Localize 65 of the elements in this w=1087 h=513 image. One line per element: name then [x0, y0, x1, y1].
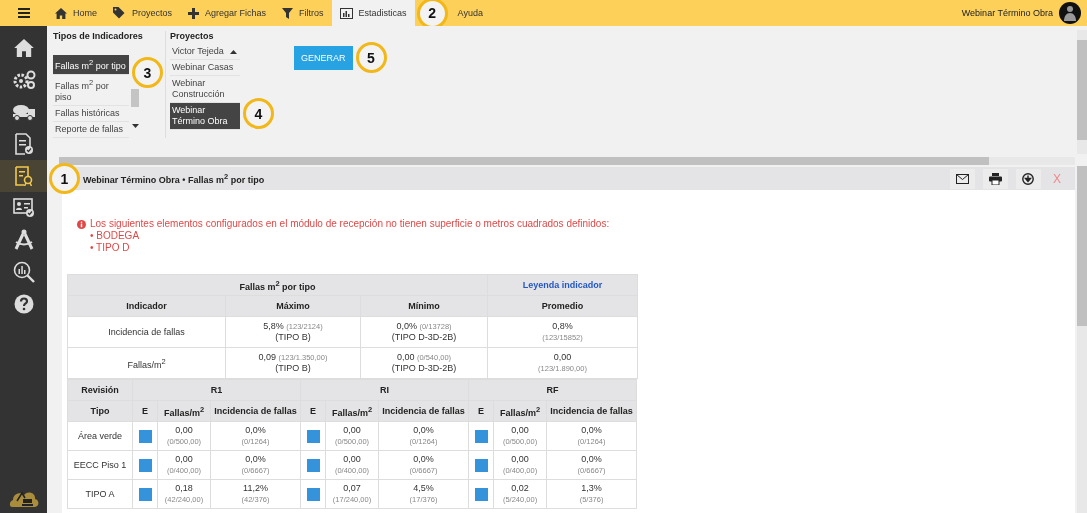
- column-header: RF: [468, 379, 637, 401]
- nav-tab[interactable]: Proyectos: [105, 0, 181, 26]
- filter-icon: [282, 7, 294, 19]
- scroll-down-icon[interactable]: [132, 124, 139, 128]
- column-header: RI: [300, 379, 469, 401]
- vertical-scrollbar[interactable]: [1077, 166, 1087, 513]
- indicator-type-item[interactable]: Fallas históricas: [53, 106, 129, 122]
- download-button[interactable]: [1016, 168, 1041, 189]
- tag-icon: [113, 7, 126, 19]
- avatar-icon[interactable]: [1059, 2, 1081, 24]
- table-cell: TIPO A: [67, 479, 133, 509]
- user-name: Webinar Término Obra: [961, 8, 1053, 18]
- printer-icon: [989, 172, 1002, 185]
- checklist-icon: [14, 133, 33, 155]
- nav-tab[interactable]: Estadisticas: [331, 0, 415, 26]
- callout-marker: 5: [355, 42, 387, 73]
- envelope-icon: [956, 173, 969, 184]
- project-item[interactable]: Webinar Casas: [170, 60, 240, 76]
- nav-tab[interactable]: Agregar Fichas: [180, 0, 275, 26]
- report-title: Webinar Término Obra • Fallas m$^{2}$ por tipo: [83, 172, 266, 185]
- indicator-type-item[interactable]: Reporte de fallas: [53, 122, 129, 138]
- column-header: Indicador: [67, 295, 226, 317]
- report-icon: [13, 166, 34, 186]
- indicator-type-item[interactable]: Fallas m$^{2}$ por piso: [53, 75, 129, 106]
- table-cell: EECC Piso 1: [67, 450, 133, 480]
- print-button[interactable]: [983, 168, 1008, 189]
- column-header: Tipo: [67, 400, 133, 422]
- table-title: Fallas m$^{2}$ por tipo: [67, 274, 488, 296]
- mixer-truck-icon: [11, 103, 36, 121]
- bar-chart-icon: [339, 7, 353, 19]
- sidebar-item[interactable]: [0, 160, 47, 192]
- help-icon: [13, 294, 34, 314]
- home-icon: [55, 7, 67, 19]
- scroll-up-icon[interactable]: [230, 50, 237, 54]
- horizontal-scrollbar[interactable]: [59, 157, 1075, 165]
- list-scrollbar[interactable]: [131, 89, 139, 107]
- nav-tab[interactable]: Filtros: [274, 0, 332, 26]
- nav-tab[interactable]: Ayuda: [449, 0, 491, 26]
- search-chart-icon: [12, 261, 35, 283]
- projects-title: Proyectos: [170, 31, 215, 42]
- warning-list-item: • BODEGA: [90, 230, 141, 242]
- plus-icon: [188, 7, 200, 19]
- project-item[interactable]: Webinar Término Obra: [170, 103, 240, 130]
- column-header: Revisión: [67, 379, 133, 401]
- id-card-icon: [12, 198, 35, 218]
- callout-marker: 4: [243, 98, 274, 129]
- table-cell: Incidencia de fallas: [67, 316, 226, 348]
- gears-icon: [11, 70, 36, 90]
- nav-tab[interactable]: Home: [47, 0, 105, 26]
- email-button[interactable]: [950, 168, 975, 189]
- table-cell: Área verde: [67, 421, 133, 451]
- indicator-type-item[interactable]: Fallas m$^{2}$ por tipo: [53, 55, 129, 75]
- warning-list-item: • TIPO D: [90, 242, 131, 254]
- callout-marker: 3: [132, 57, 163, 88]
- home-icon: [13, 39, 34, 57]
- indicator-types-title: Tipos de Indicadores: [53, 31, 144, 43]
- warning-message: Los siguientes elementos configurados en el módulo de recepción no tienen superficie o metros cuadrados definidos:: [90, 218, 610, 230]
- callout-marker: 2: [416, 0, 448, 29]
- table-cell: Fallas/m$^{2}$: [67, 347, 226, 379]
- info-icon: [77, 220, 86, 229]
- column-header: R1: [132, 379, 301, 401]
- compass-icon: [12, 229, 35, 251]
- vertical-scrollbar[interactable]: [1077, 30, 1087, 154]
- download-icon: [1022, 172, 1035, 185]
- menu-icon: [17, 8, 30, 18]
